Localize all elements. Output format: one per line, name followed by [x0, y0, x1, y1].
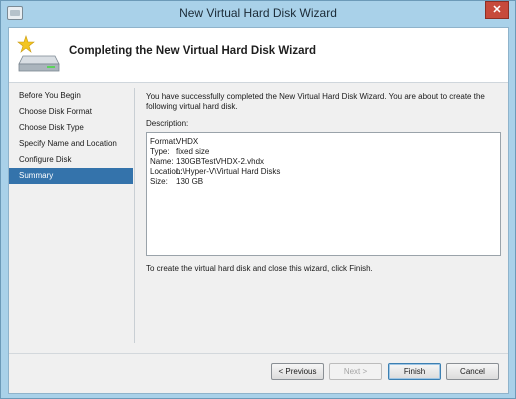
description-row: Location: L:\Hyper-V\Virtual Hard Disks — [150, 167, 497, 177]
description-value: VHDX — [176, 137, 199, 146]
description-key: Location: — [150, 167, 183, 176]
summary-content: You have successfully completed the New … — [146, 92, 502, 273]
window-title: New Virtual Hard Disk Wizard — [179, 6, 337, 20]
cancel-button[interactable]: Cancel — [446, 363, 499, 380]
description-value: 130 GB — [176, 177, 204, 186]
step-configure-disk[interactable]: Configure Disk — [9, 152, 133, 168]
finish-button[interactable]: Finish — [388, 363, 441, 380]
step-specify-name-location[interactable]: Specify Name and Location — [9, 136, 133, 152]
step-choose-disk-format[interactable]: Choose Disk Format — [9, 104, 133, 120]
description-box[interactable]: Format: VHDX Type: fixed size Name: 130G… — [146, 132, 501, 256]
description-key: Type: — [150, 147, 170, 156]
disk-with-star-icon — [17, 35, 60, 72]
title-bar[interactable]: New Virtual Hard Disk Wizard ✕ — [1, 1, 515, 27]
wizard-steps: Before You Begin Choose Disk Format Choo… — [9, 88, 133, 184]
description-key: Name: — [150, 157, 174, 166]
step-choose-disk-type[interactable]: Choose Disk Type — [9, 120, 133, 136]
intro-line: You have successfully completed the New … — [146, 92, 485, 101]
description-row: Name: 130GBTestVHDX-2.vhdx — [150, 157, 497, 167]
description-row: Type: fixed size — [150, 147, 497, 157]
description-value: L:\Hyper-V\Virtual Hard Disks — [176, 167, 281, 176]
page-title: Completing the New Virtual Hard Disk Wiz… — [69, 45, 316, 57]
wizard-body: Completing the New Virtual Hard Disk Wiz… — [8, 27, 509, 394]
intro-line: following virtual hard disk. — [146, 102, 238, 111]
close-button[interactable]: ✕ — [485, 1, 509, 19]
step-summary[interactable]: Summary — [9, 168, 133, 184]
description-label: Description: — [146, 119, 189, 128]
description-key: Size: — [150, 177, 168, 186]
step-before-you-begin[interactable]: Before You Begin — [9, 88, 133, 104]
description-value: 130GBTestVHDX-2.vhdx — [176, 157, 265, 166]
previous-button[interactable]: < Previous — [271, 363, 324, 380]
description-row: Format: VHDX — [150, 137, 497, 147]
description-row: Size: 130 GB — [150, 177, 497, 187]
wizard-window: New Virtual Hard Disk Wizard ✕ Completin… — [0, 0, 516, 399]
intro-text: You have successfully completed the New … — [146, 92, 502, 112]
nav-divider — [134, 88, 135, 343]
wizard-header: Completing the New Virtual Hard Disk Wiz… — [9, 28, 508, 83]
finish-instruction: To create the virtual hard disk and clos… — [146, 264, 373, 273]
footer-divider — [9, 353, 508, 354]
next-button[interactable]: Next > — [329, 363, 382, 380]
description-value: fixed size — [176, 147, 210, 156]
description-key: Format: — [150, 137, 178, 146]
